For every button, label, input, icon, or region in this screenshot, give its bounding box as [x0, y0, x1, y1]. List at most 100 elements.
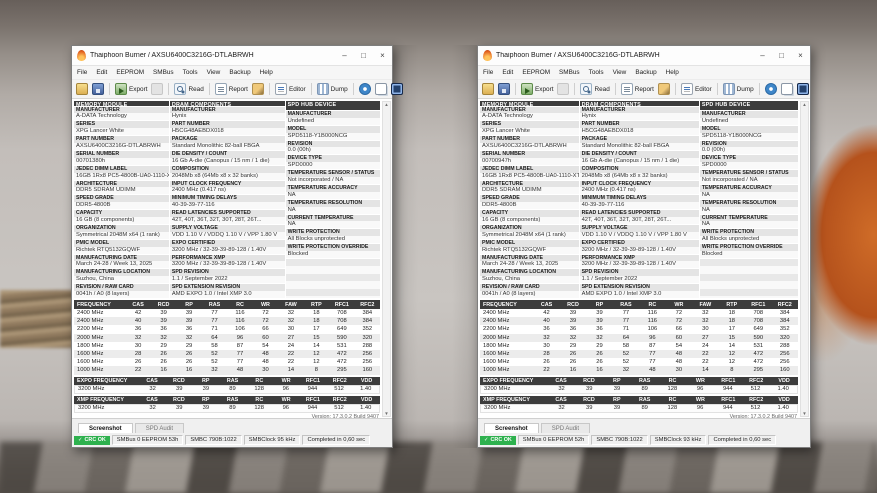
timing-cell: 32	[702, 318, 709, 325]
bottom-tab[interactable]: SPD Audit	[540, 423, 591, 433]
toolbar-button[interactable]: Export	[515, 83, 553, 95]
menu-item[interactable]: EEPROM	[522, 69, 550, 76]
profile-column-header: RAS	[638, 377, 651, 384]
menu-item[interactable]: Edit	[96, 69, 107, 76]
menu-item[interactable]: Tools	[589, 69, 604, 76]
field-label: SPD REVISION	[169, 269, 285, 277]
toolbar-button[interactable]	[796, 83, 809, 95]
field-value: H5CG48AEBDX018	[579, 128, 699, 136]
toolbar-button[interactable]	[76, 83, 88, 95]
toolbar-button[interactable]	[758, 83, 777, 95]
field-label: MODEL	[285, 125, 380, 133]
bottom-tab[interactable]: Screenshot	[78, 423, 133, 433]
menu-item[interactable]: View	[613, 69, 627, 76]
menu-item[interactable]: Backup	[635, 69, 656, 76]
timing-cell: 39	[596, 318, 603, 325]
scroll-up-icon[interactable]: ▲	[384, 102, 388, 107]
scroll-up-icon[interactable]: ▲	[802, 102, 806, 107]
window-control-button[interactable]: –	[753, 46, 772, 65]
menu-item[interactable]: SMBus	[153, 69, 174, 76]
bottom-tab[interactable]: Screenshot	[484, 423, 539, 433]
window-control-button[interactable]: □	[354, 46, 373, 65]
toolbar-button[interactable]	[557, 83, 570, 95]
spd-field: ORGANIZATION Symmetrical 2048M x64 (1 ra…	[480, 225, 579, 239]
toolbar-button[interactable]	[498, 83, 510, 95]
field-value: 42T, 40T, 36T, 32T, 30T, 28T, 26T...	[169, 217, 285, 225]
field-value: 2400 MHz (0.417 ns)	[169, 187, 285, 195]
bottom-tab[interactable]: SPD Audit	[134, 423, 185, 433]
timing-cell: 12	[728, 359, 736, 366]
toolbar-button[interactable]	[92, 83, 104, 95]
spd-field: SPEED GRADE DDR5-4800B	[74, 195, 169, 210]
timing-cell: 531	[753, 342, 764, 349]
toolbar-button[interactable]	[352, 83, 371, 95]
scroll-down-icon[interactable]: ▼	[802, 411, 806, 416]
scroll-down-icon[interactable]: ▼	[384, 411, 388, 416]
frequency-row: 2200 MHz 36 36 36 71 106 66 30 17 649 352	[74, 325, 380, 333]
open-folder-icon	[76, 83, 88, 95]
menu-item[interactable]: File	[77, 69, 87, 76]
toolbar-button[interactable]	[151, 83, 164, 95]
title-bar[interactable]: Thaiphoon Burner / AXSU6400C3216G-DTLABR…	[72, 46, 392, 66]
toolbar-button[interactable]	[251, 83, 264, 95]
menu-item[interactable]: File	[483, 69, 493, 76]
field-label: MINIMUM TIMING DELAYS	[579, 195, 699, 203]
field-value: Blocked	[285, 250, 380, 258]
title-bar[interactable]: Thaiphoon Burner / AXSU6400C3216G-DTLABR…	[478, 46, 810, 66]
frequency-cell: 1600 MHz	[77, 359, 104, 366]
toolbar-button[interactable]: Dump	[310, 83, 348, 95]
spd-field: INPUT CLOCK FREQUENCY 2400 MHz (0.417 ns…	[169, 180, 285, 195]
menu-item[interactable]: Edit	[502, 69, 513, 76]
field-value: 16 Gb A-die (Canopus / 15 nm / 1 die)	[169, 157, 285, 165]
toolbar-button[interactable]	[390, 83, 403, 95]
timing-cell: 72	[262, 310, 269, 317]
timing-cell: 106	[235, 326, 245, 333]
menu-item[interactable]: Tools	[183, 69, 198, 76]
window-control-button[interactable]: ×	[791, 46, 810, 65]
menu-item[interactable]: Backup	[229, 69, 250, 76]
vertical-scrollbar[interactable]: ▲ ▼	[382, 101, 391, 417]
profile-timing-cell: 96	[282, 405, 290, 412]
toolbar-button[interactable]	[657, 83, 670, 95]
menu-item[interactable]: Help	[260, 69, 273, 76]
spd-field: MANUFACTURING LOCATION Suzhou, China	[74, 269, 169, 284]
profile-column-header: CAS	[555, 377, 567, 384]
profile-timing-cell: 1.40	[777, 386, 789, 393]
spd-field: CURRENT TEMPERATURE NA	[285, 214, 380, 229]
toolbar-button[interactable]	[374, 83, 387, 95]
toolbar-button-label: Report	[228, 85, 248, 93]
field-label: TEMPERATURE RESOLUTION	[285, 199, 380, 207]
field-label: REVISION / RAW CARD	[74, 284, 169, 291]
save-icon	[92, 83, 104, 95]
toolbar-button[interactable]: Editor	[268, 83, 306, 95]
timing-cell: 32	[134, 334, 142, 341]
toolbar-button[interactable]: Report	[208, 83, 248, 95]
timing-cell: 32	[596, 334, 603, 341]
spd-field: MANUFACTURER Hynix	[169, 106, 285, 121]
timing-column-header: RTP	[726, 301, 738, 308]
window-control-button[interactable]: ×	[373, 46, 392, 65]
toolbar-button[interactable]: Dump	[716, 83, 754, 95]
toolbar-button[interactable]: Report	[614, 83, 654, 95]
toolbar-button[interactable]: Export	[109, 83, 147, 95]
window-control-button[interactable]: –	[335, 46, 354, 65]
menu-item[interactable]: SMBus	[559, 69, 580, 76]
field-label: READ LATENCIES SUPPORTED	[579, 210, 699, 218]
toolbar-button[interactable]	[780, 83, 793, 95]
timing-cell: 590	[753, 334, 764, 341]
menu-item[interactable]: Help	[666, 69, 679, 76]
field-value: 0.0 (00h)	[699, 147, 798, 155]
field-list: MANUFACTURER Undefined MODEL SPD5118-Y1B…	[285, 110, 380, 298]
menu-item[interactable]: View	[207, 69, 221, 76]
window-control-button[interactable]: □	[772, 46, 791, 65]
timing-cell: 30	[287, 326, 295, 333]
toolbar-button[interactable]: Read	[574, 83, 610, 95]
menu-item[interactable]: EEPROM	[116, 69, 144, 76]
field-value: DDR5-4800B	[480, 202, 579, 210]
vertical-scrollbar[interactable]: ▲ ▼	[800, 101, 809, 417]
toolbar-button[interactable]: Read	[168, 83, 204, 95]
timing-cell: 18	[313, 310, 320, 317]
timing-column-header: RAS	[620, 301, 632, 308]
toolbar-button[interactable]	[482, 83, 494, 95]
toolbar-button[interactable]: Editor	[674, 83, 712, 95]
